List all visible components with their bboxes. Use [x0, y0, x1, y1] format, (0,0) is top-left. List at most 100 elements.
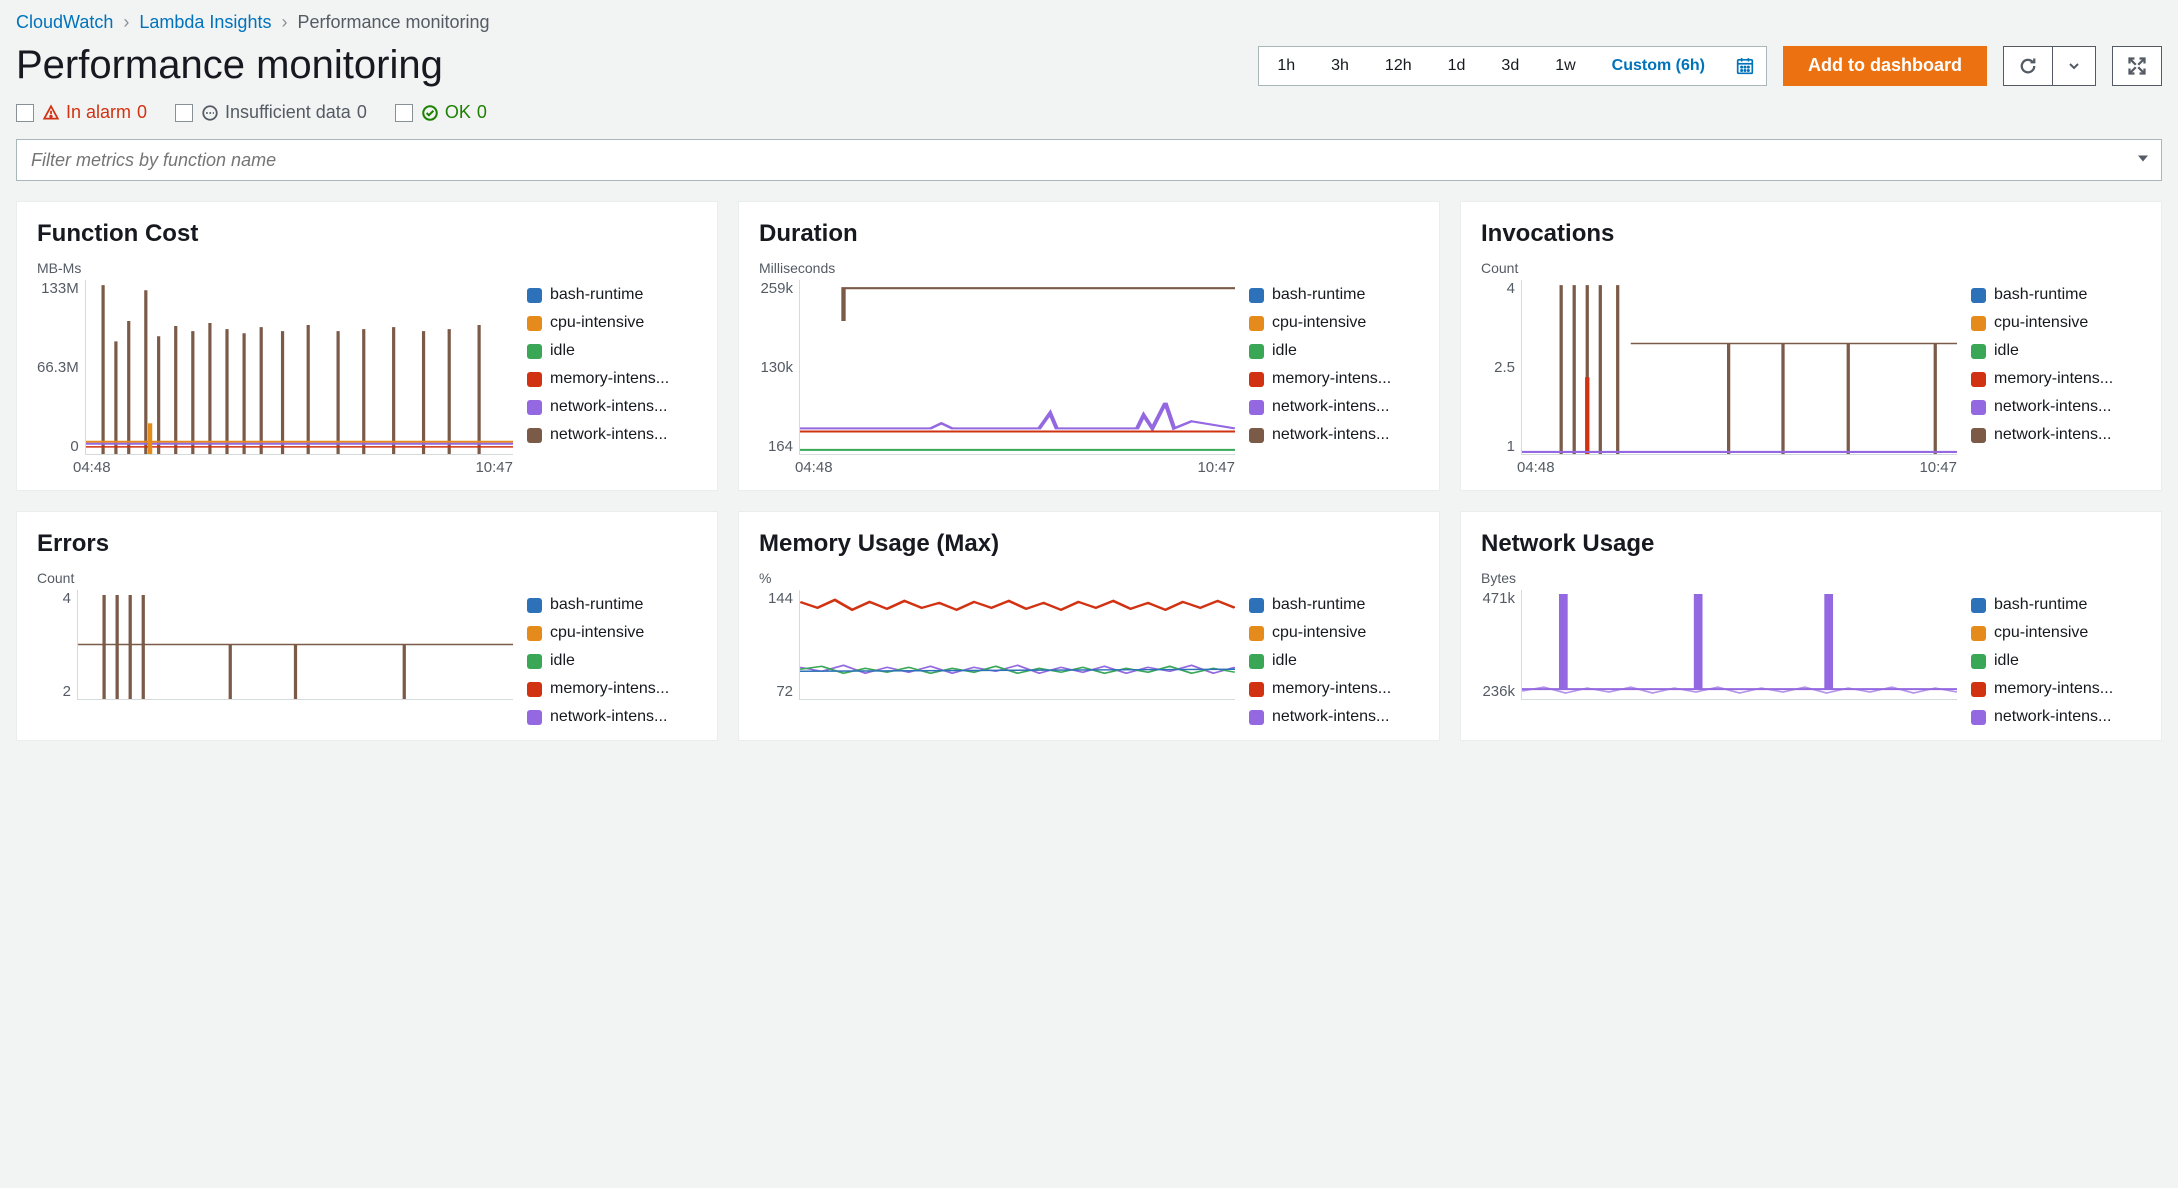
legend-label: memory-intens...	[1272, 680, 1391, 698]
legend-item[interactable]: network-intens...	[1249, 398, 1419, 416]
y-tick: 471k	[1482, 590, 1515, 607]
legend-item[interactable]: cpu-intensive	[527, 314, 697, 332]
legend-item[interactable]: network-intens...	[1971, 708, 2141, 726]
legend: bash-runtime cpu-intensive idle memory-inte…	[1971, 280, 2141, 476]
legend-item[interactable]: idle	[527, 342, 697, 360]
time-opt-custom[interactable]: Custom (6h)	[1594, 47, 1723, 85]
card-function-cost: Function Cost MB-Ms 133M 66.3M 0	[16, 201, 718, 491]
legend-item[interactable]: idle	[1971, 342, 2141, 360]
refresh-button[interactable]	[2003, 46, 2053, 86]
legend-item[interactable]: network-intens...	[1971, 398, 2141, 416]
legend-item[interactable]: network-intens...	[1971, 426, 2141, 444]
time-range-picker: 1h 3h 12h 1d 3d 1w Custom (6h)	[1258, 46, 1767, 86]
refresh-options-button[interactable]	[2053, 46, 2096, 86]
legend-swatch	[527, 710, 542, 725]
legend-item[interactable]: idle	[1971, 652, 2141, 670]
card-unit: Count	[37, 570, 697, 586]
legend-swatch	[1971, 344, 1986, 359]
legend-item[interactable]: network-intens...	[1249, 708, 1419, 726]
legend-swatch	[527, 288, 542, 303]
legend-label: cpu-intensive	[1272, 624, 1366, 642]
legend-swatch	[1249, 316, 1264, 331]
ok-icon	[421, 104, 439, 122]
caret-down-icon[interactable]	[2136, 152, 2150, 169]
y-tick: 164	[768, 438, 793, 455]
breadcrumb-section[interactable]: Lambda Insights	[139, 12, 271, 33]
card-errors: Errors Count 4 2	[16, 511, 718, 741]
legend-item[interactable]: idle	[1249, 342, 1419, 360]
legend-swatch	[527, 316, 542, 331]
chart[interactable]: 4 2.5 1	[1481, 280, 1957, 476]
legend-item[interactable]: memory-intens...	[1971, 370, 2141, 388]
legend-swatch	[1249, 372, 1264, 387]
time-opt-12h[interactable]: 12h	[1367, 47, 1430, 85]
x-tick: 10:47	[1197, 459, 1235, 476]
chart[interactable]: 133M 66.3M 0	[37, 280, 513, 476]
legend-item[interactable]: bash-runtime	[1249, 596, 1419, 614]
legend-item[interactable]: idle	[527, 652, 697, 670]
filter-input[interactable]	[16, 139, 2162, 181]
add-to-dashboard-button[interactable]: Add to dashboard	[1783, 46, 1987, 86]
legend-swatch	[1971, 626, 1986, 641]
chart[interactable]: 144 72	[759, 590, 1235, 726]
legend-label: cpu-intensive	[1994, 624, 2088, 642]
legend-swatch	[1971, 288, 1986, 303]
legend-swatch	[1971, 372, 1986, 387]
legend-label: idle	[550, 342, 575, 360]
legend-item[interactable]: network-intens...	[1249, 426, 1419, 444]
legend-swatch	[1971, 316, 1986, 331]
calendar-icon[interactable]	[1723, 47, 1766, 85]
alarm-checkbox[interactable]	[16, 104, 34, 122]
insufficient-count: 0	[357, 102, 367, 123]
y-tick: 66.3M	[37, 359, 79, 376]
legend-item[interactable]: network-intens...	[527, 398, 697, 416]
legend-item[interactable]: memory-intens...	[1971, 680, 2141, 698]
legend-item[interactable]: memory-intens...	[527, 680, 697, 698]
legend-item[interactable]: bash-runtime	[1971, 596, 2141, 614]
time-opt-1d[interactable]: 1d	[1430, 47, 1484, 85]
time-opt-1w[interactable]: 1w	[1537, 47, 1593, 85]
time-opt-3d[interactable]: 3d	[1483, 47, 1537, 85]
legend-item[interactable]: memory-intens...	[1249, 370, 1419, 388]
legend-swatch	[1971, 654, 1986, 669]
time-opt-3h[interactable]: 3h	[1313, 47, 1367, 85]
legend-item[interactable]: cpu-intensive	[1249, 624, 1419, 642]
legend-item[interactable]: memory-intens...	[527, 370, 697, 388]
breadcrumb-root[interactable]: CloudWatch	[16, 12, 113, 33]
y-tick: 4	[1507, 280, 1515, 297]
legend-item[interactable]: network-intens...	[527, 426, 697, 444]
x-tick: 04:48	[1517, 459, 1555, 476]
legend-item[interactable]: network-intens...	[527, 708, 697, 726]
legend-swatch	[527, 682, 542, 697]
legend-swatch	[527, 344, 542, 359]
legend: bash-runtime cpu-intensive idle memory-inte…	[1971, 590, 2141, 726]
chart[interactable]: 4 2	[37, 590, 513, 726]
legend-item[interactable]: idle	[1249, 652, 1419, 670]
ok-checkbox[interactable]	[395, 104, 413, 122]
legend-label: idle	[1272, 342, 1297, 360]
legend-item[interactable]: bash-runtime	[1971, 286, 2141, 304]
legend-label: cpu-intensive	[1994, 314, 2088, 332]
legend-label: memory-intens...	[550, 370, 669, 388]
legend-label: network-intens...	[550, 426, 667, 444]
legend-item[interactable]: cpu-intensive	[1971, 624, 2141, 642]
page-title: Performance monitoring	[16, 43, 443, 88]
legend-item[interactable]: cpu-intensive	[527, 624, 697, 642]
chevron-right-icon: ›	[281, 12, 287, 33]
alarm-count: 0	[137, 102, 147, 123]
breadcrumb: CloudWatch › Lambda Insights › Performan…	[16, 12, 2162, 33]
legend-label: bash-runtime	[550, 596, 643, 614]
legend-item[interactable]: cpu-intensive	[1971, 314, 2141, 332]
time-opt-1h[interactable]: 1h	[1259, 47, 1313, 85]
legend-item[interactable]: bash-runtime	[527, 596, 697, 614]
y-tick: 1	[1507, 438, 1515, 455]
chart[interactable]: 471k 236k	[1481, 590, 1957, 726]
legend-item[interactable]: cpu-intensive	[1249, 314, 1419, 332]
legend-item[interactable]: bash-runtime	[1249, 286, 1419, 304]
fullscreen-button[interactable]	[2112, 46, 2162, 86]
legend-item[interactable]: bash-runtime	[527, 286, 697, 304]
legend-item[interactable]: memory-intens...	[1249, 680, 1419, 698]
insufficient-checkbox[interactable]	[175, 104, 193, 122]
legend-label: idle	[1994, 342, 2019, 360]
chart[interactable]: 259k 130k 164	[759, 280, 1235, 476]
